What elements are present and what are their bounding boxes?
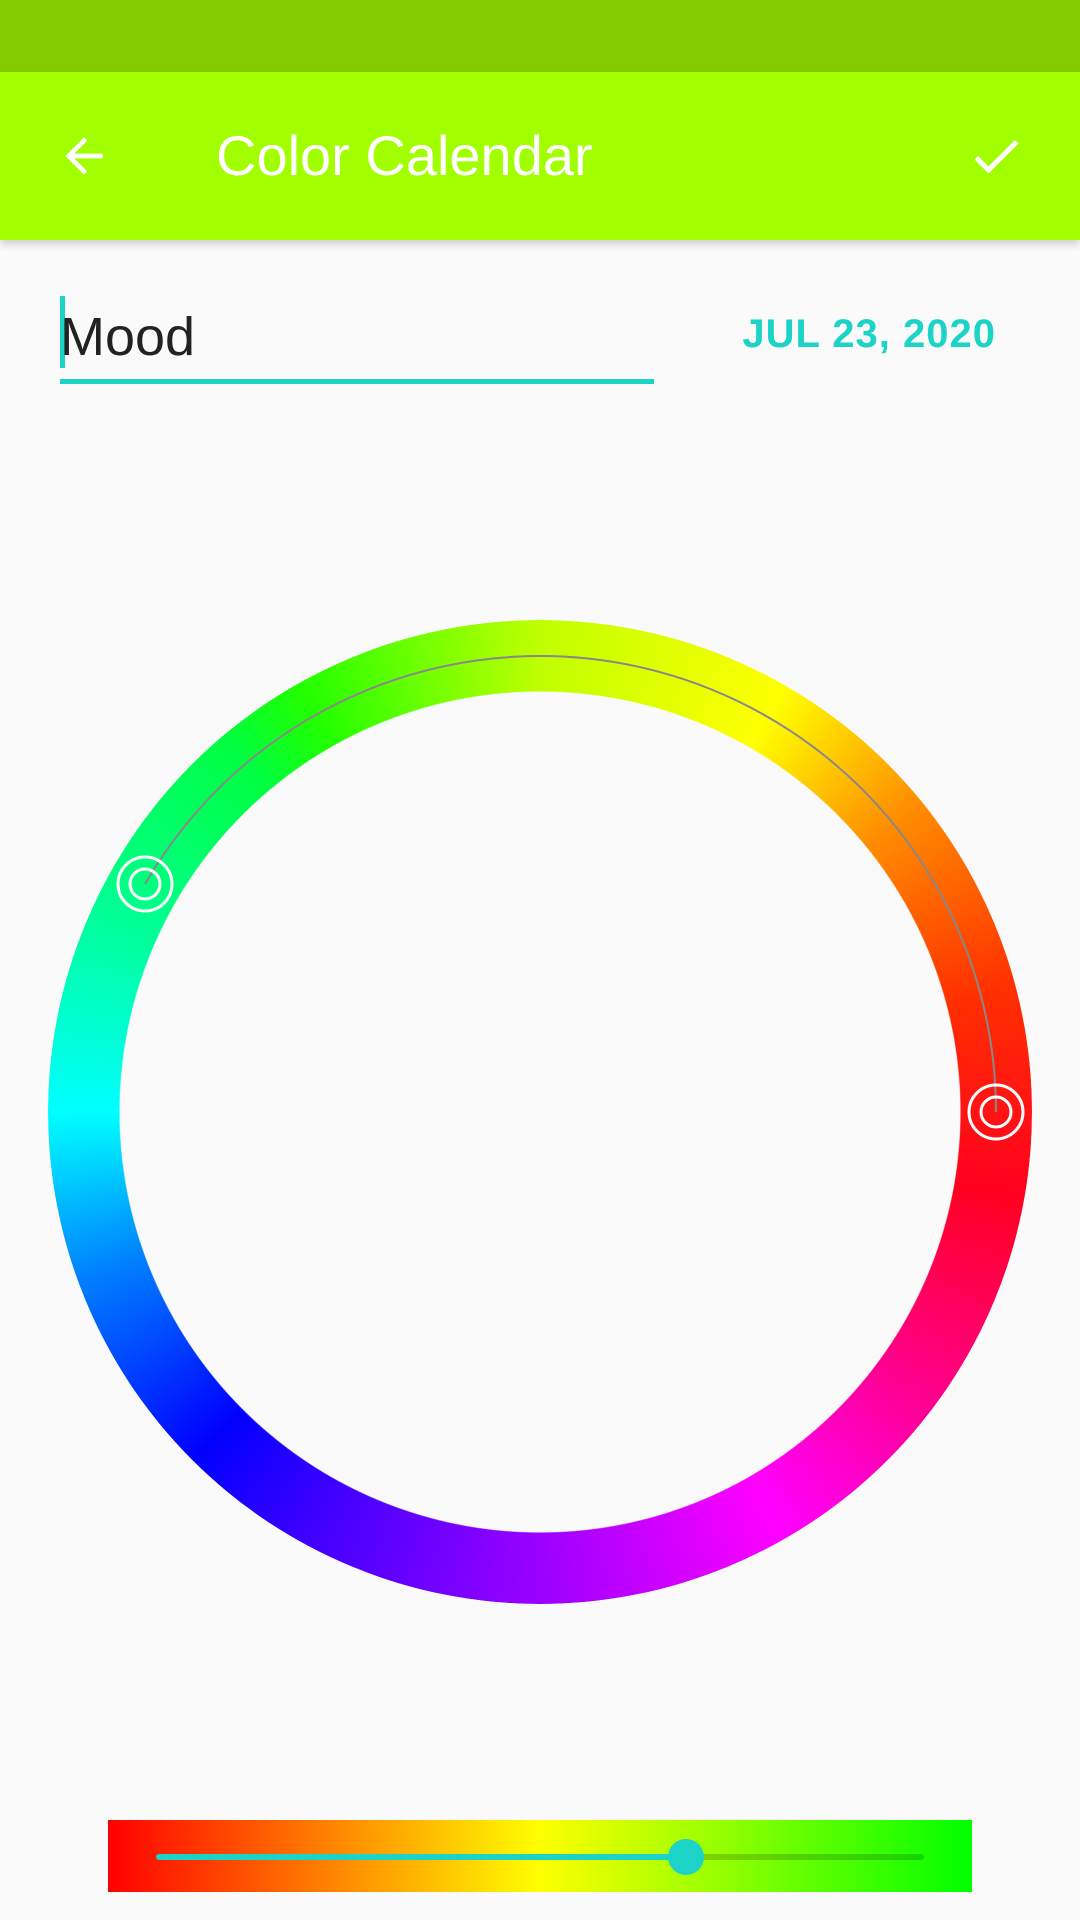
check-icon [974,139,1019,174]
brightness-slider [108,1820,972,1892]
status-bar [0,0,1080,72]
app-bar: Color Calendar [0,72,1080,240]
slider-thumb[interactable] [667,1839,704,1875]
page-title: Color Calendar [216,124,593,187]
range-end-handle[interactable] [966,1082,1026,1142]
back-button[interactable] [40,112,128,200]
slider-track[interactable] [156,1839,924,1875]
slider-fill [156,1854,686,1860]
color-ring[interactable] [48,620,1032,1604]
color-wheel [48,620,1032,1604]
name-field[interactable] [60,296,654,384]
confirm-button[interactable] [952,112,1040,200]
arrow-left-icon [65,137,103,175]
name-input[interactable] [60,302,654,372]
range-start-handle[interactable] [115,854,175,914]
date-button[interactable]: JUL 23, 2020 [742,312,996,357]
